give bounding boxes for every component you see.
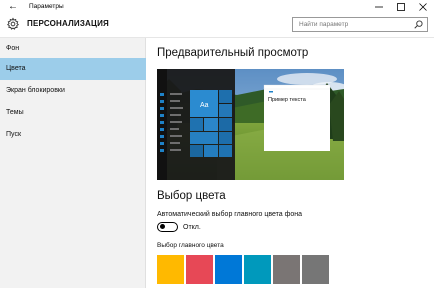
- color-swatch[interactable]: [157, 255, 184, 284]
- search-placeholder: Найти параметр: [299, 21, 349, 28]
- preview-image: Aa Пример текста: [157, 69, 344, 180]
- preview-heading: Предварительный просмотр: [157, 47, 309, 59]
- window-title: Параметры: [29, 3, 64, 10]
- close-icon: [419, 3, 427, 11]
- toggle-state-label: Откл.: [183, 224, 201, 231]
- sidebar-item-colors[interactable]: Цвета: [0, 58, 146, 80]
- page-header: ПЕРСОНАЛИЗАЦИЯ Найти параметр: [0, 14, 434, 38]
- page-title: ПЕРСОНАЛИЗАЦИЯ: [27, 19, 109, 28]
- minimize-button[interactable]: [367, 0, 391, 14]
- gear-icon: [7, 17, 19, 30]
- auto-color-label: Автоматический выбор главного цвета фона: [157, 211, 303, 218]
- maximize-icon: [397, 3, 405, 11]
- color-swatch[interactable]: [273, 255, 300, 284]
- preview-tile-text: Aa: [200, 102, 209, 109]
- color-heading: Выбор цвета: [157, 190, 226, 202]
- search-input[interactable]: Найти параметр: [292, 17, 428, 32]
- toggle-knob: [160, 224, 165, 230]
- preview-sample-text: Пример текста: [268, 97, 307, 103]
- maximize-button[interactable]: [389, 0, 413, 14]
- color-swatch[interactable]: [244, 255, 271, 284]
- close-button[interactable]: [411, 0, 434, 14]
- sidebar-item-themes[interactable]: Темы: [0, 102, 146, 124]
- search-icon[interactable]: [414, 20, 423, 29]
- sidebar: Фон Цвета Экран блокировки Темы Пуск: [0, 38, 146, 288]
- title-bar: ← Параметры: [0, 0, 434, 14]
- sidebar-item-lock-screen[interactable]: Экран блокировки: [0, 80, 146, 102]
- color-swatch[interactable]: [186, 255, 213, 284]
- main-content: Предварительный просмотр Aa Пример текст…: [147, 38, 434, 288]
- sidebar-item-start[interactable]: Пуск: [0, 124, 146, 146]
- color-swatch[interactable]: [215, 255, 242, 284]
- minimize-icon: [375, 6, 383, 8]
- main-color-label: Выбор главного цвета: [157, 242, 224, 249]
- auto-color-toggle[interactable]: [157, 222, 178, 232]
- color-swatch[interactable]: [302, 255, 329, 284]
- back-arrow-icon[interactable]: ←: [6, 0, 20, 14]
- sidebar-item-background[interactable]: Фон: [0, 38, 146, 60]
